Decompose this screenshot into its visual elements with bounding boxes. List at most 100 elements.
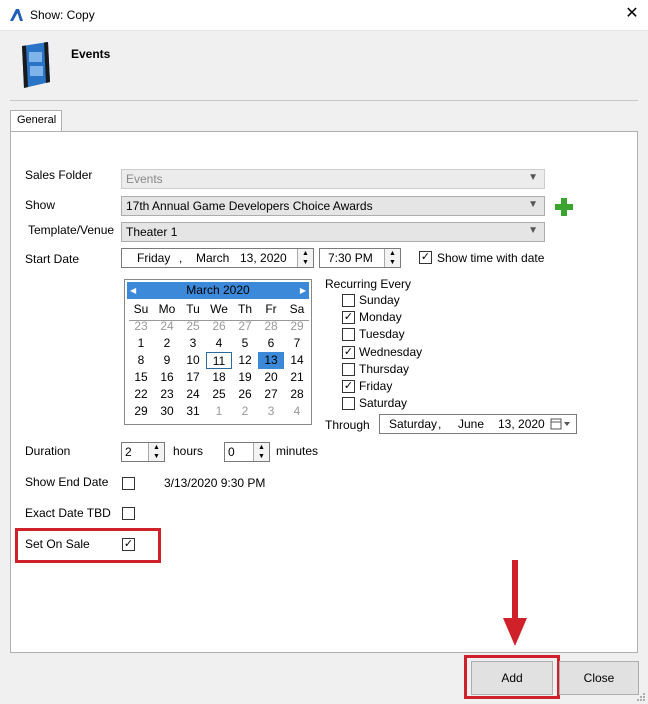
calendar-day[interactable]: 16 (154, 369, 180, 386)
recurring-tuesday-label: Tuesday (359, 327, 405, 342)
calendar-day[interactable]: 8 (128, 352, 154, 369)
recurring-saturday-label: Saturday (359, 396, 408, 411)
calendar-dropdown-icon[interactable] (550, 418, 572, 430)
calendar-day[interactable]: 1 (128, 335, 154, 352)
calendar-day[interactable]: 30 (154, 403, 180, 420)
calendar-day[interactable]: 1 (206, 403, 232, 420)
calendar-day[interactable]: 9 (154, 352, 180, 369)
calendar-day[interactable]: 13 (258, 352, 284, 369)
set-on-sale-checkbox[interactable]: ✓ (122, 538, 135, 551)
start-time-spinner[interactable]: ▲ ▼ (384, 249, 400, 267)
calendar-day[interactable]: 25 (206, 386, 232, 403)
calendar-day[interactable]: 10 (180, 352, 206, 369)
show-time-checkbox[interactable]: ✓ (419, 251, 432, 264)
tab-general[interactable]: General (10, 110, 62, 132)
calendar-day[interactable]: 25 (180, 318, 206, 335)
recurring-monday-checkbox[interactable]: ✓ (342, 311, 355, 325)
duration-label: Duration (25, 444, 71, 458)
start-time-field[interactable]: 7:30 PM ▲ ▼ (319, 248, 401, 268)
through-weekday: Saturday (389, 417, 438, 431)
hours-value: 2 (125, 445, 132, 459)
calendar-day[interactable]: 21 (284, 369, 310, 386)
recurring-thursday-checkbox[interactable] (342, 362, 355, 376)
show-select[interactable]: 17th Annual Game Developers Choice Award… (121, 196, 545, 216)
calendar-year: 2020 (222, 283, 250, 297)
recurring-sunday-checkbox[interactable] (342, 294, 355, 307)
calendar-month: March (186, 283, 220, 297)
page-title: Events (71, 47, 111, 61)
calendar-day[interactable]: 28 (284, 386, 310, 403)
add-button[interactable]: Add (471, 661, 553, 695)
exact-date-tbd-label: Exact Date TBD (25, 506, 111, 520)
start-date-picker[interactable]: Friday , March 13, 2020 ▲ ▼ (121, 248, 314, 268)
calendar-day[interactable]: 2 (232, 403, 258, 420)
calendar-day[interactable]: 20 (258, 369, 284, 386)
minutes-spinner[interactable]: ▲ ▼ (253, 443, 269, 461)
calendar-day[interactable]: 27 (258, 386, 284, 403)
calendar-dow: Sa (289, 302, 305, 316)
start-date-month: March (196, 251, 230, 265)
calendar-header: ◀ March 2020 ▶ (127, 282, 309, 299)
start-date-spinner[interactable]: ▲ ▼ (297, 249, 313, 267)
template-venue-select[interactable]: Theater 1 ▼ (121, 222, 545, 242)
calendar-day[interactable]: 4 (206, 335, 232, 352)
start-time-value: 7:30 PM (328, 251, 373, 265)
calendar-next-icon[interactable]: ▶ (300, 282, 306, 299)
calendar-day[interactable]: 6 (258, 335, 284, 352)
chevron-down-icon: ▼ (528, 172, 538, 183)
show-end-date-value: 3/13/2020 9:30 PM (164, 476, 266, 490)
calendar-day[interactable]: 18 (206, 369, 232, 386)
calendar-day[interactable]: 24 (154, 318, 180, 335)
calendar-dow: Su (133, 302, 149, 316)
recurring-saturday-checkbox[interactable] (342, 397, 355, 411)
calendar-day[interactable]: 7 (284, 335, 310, 352)
calendar-day[interactable]: 15 (128, 369, 154, 386)
calendar-day[interactable]: 22 (128, 386, 154, 403)
calendar-day[interactable]: 31 (180, 403, 206, 420)
recurring-wednesday-checkbox[interactable]: ✓ (342, 345, 355, 359)
minutes-stepper[interactable]: 0 ▲ ▼ (224, 442, 270, 462)
calendar-day[interactable]: 3 (180, 335, 206, 352)
calendar-day[interactable]: 19 (232, 369, 258, 386)
recurring-tuesday-checkbox[interactable] (342, 328, 355, 342)
start-date-comma: , (179, 251, 183, 265)
through-dayyear: 13, 2020 (498, 417, 545, 431)
add-show-icon[interactable] (554, 197, 574, 217)
calendar-day[interactable]: 17 (180, 369, 206, 386)
calendar-day[interactable]: 27 (232, 318, 258, 335)
calendar-day[interactable]: 14 (284, 352, 310, 369)
start-date-weekday: Friday (137, 251, 171, 265)
calendar-day[interactable]: 24 (180, 386, 206, 403)
calendar-dow: Mo (158, 302, 176, 316)
show-end-date-checkbox[interactable] (122, 477, 135, 490)
resize-grip-icon[interactable] (636, 692, 646, 702)
calendar-day[interactable]: 12 (232, 352, 258, 369)
calendar-day[interactable]: 29 (284, 318, 310, 335)
window-close-button[interactable]: ✕ (622, 4, 642, 24)
exact-date-tbd-checkbox[interactable] (122, 507, 135, 520)
calendar-day[interactable]: 2 (154, 335, 180, 352)
recurring-friday-checkbox[interactable]: ✓ (342, 380, 355, 393)
recurring-monday-label: Monday (359, 310, 402, 325)
sales-folder-select[interactable]: Events ▼ (121, 169, 545, 189)
through-date-picker[interactable]: Saturday , June 13, 2020 (379, 414, 577, 434)
close-button[interactable]: Close (559, 661, 639, 695)
calendar-day[interactable]: 28 (258, 318, 284, 335)
calendar-day[interactable]: 23 (128, 318, 154, 335)
recurring-friday-label: Friday (359, 379, 393, 393)
calendar-day[interactable]: 26 (232, 386, 258, 403)
calendar-prev-icon[interactable]: ◀ (130, 282, 136, 299)
calendar-day[interactable]: 26 (206, 318, 232, 335)
hours-stepper[interactable]: 2 ▲ ▼ (121, 442, 165, 462)
calendar-day[interactable]: 23 (154, 386, 180, 403)
calendar-day[interactable]: 4 (284, 403, 310, 420)
calendar-day[interactable]: 29 (128, 403, 154, 420)
calendar-day[interactable]: 11 (206, 352, 232, 369)
calendar-day[interactable]: 5 (232, 335, 258, 352)
recurring-label: Recurring Every (325, 277, 412, 291)
film-reel-icon (22, 42, 50, 88)
hours-spinner[interactable]: ▲ ▼ (148, 443, 164, 461)
sales-folder-label: Sales Folder (25, 168, 93, 182)
chevron-down-icon: ▼ (528, 225, 538, 236)
calendar-day[interactable]: 3 (258, 403, 284, 420)
